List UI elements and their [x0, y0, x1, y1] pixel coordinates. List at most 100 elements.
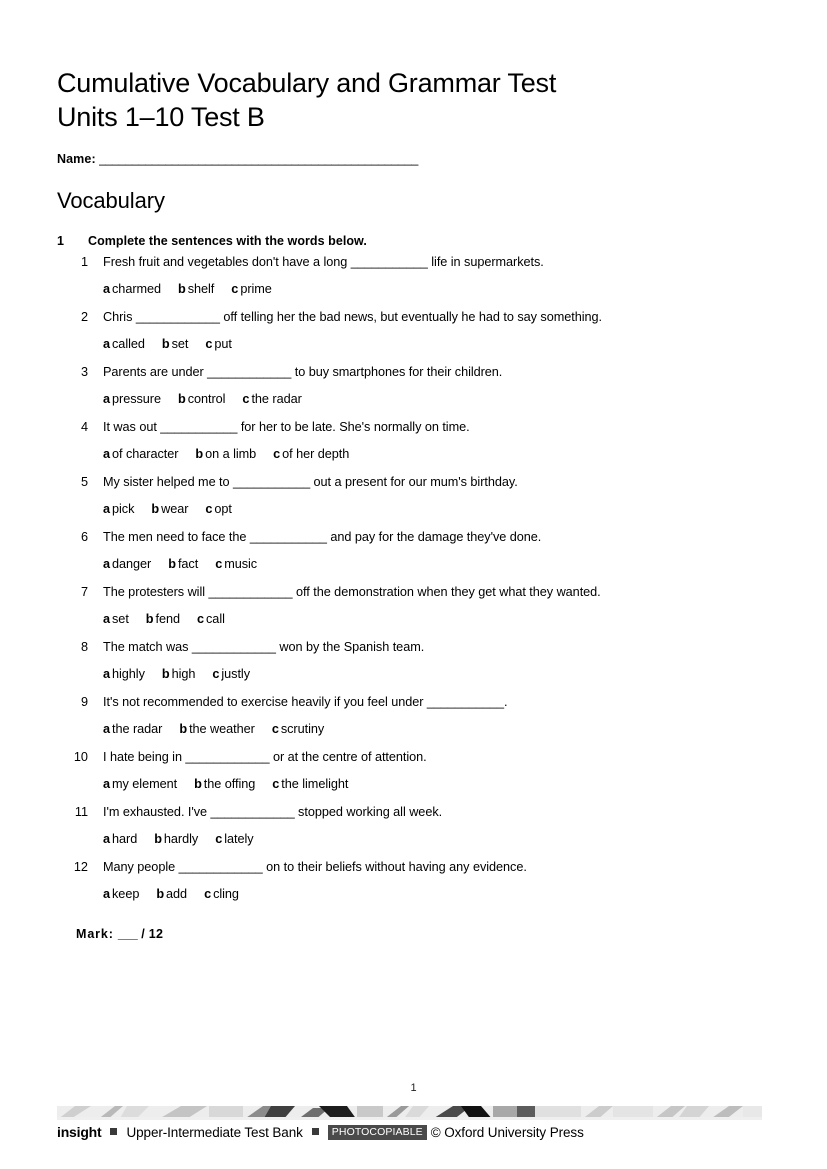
option-word: opt: [214, 502, 232, 516]
title-block: Cumulative Vocabulary and Grammar Test U…: [57, 66, 757, 134]
option-word: call: [206, 612, 225, 626]
question-options-row: a my element b the offing c the limelight: [0, 777, 827, 805]
insight-brand-logo: insight: [57, 1124, 102, 1140]
question-item: 6 The men need to face the ___________ an…: [0, 530, 827, 585]
option-choice[interactable]: b wear: [151, 502, 188, 516]
mark-label: Mark:: [76, 927, 114, 941]
name-write-in-line[interactable]: ________________________________________…: [99, 152, 444, 166]
option-choice[interactable]: a highly: [103, 667, 145, 681]
question-sentence[interactable]: My sister helped me to ___________ out a…: [103, 475, 518, 489]
option-choice[interactable]: b high: [162, 667, 196, 681]
option-choice[interactable]: c the limelight: [272, 777, 348, 791]
option-choice[interactable]: c prime: [231, 282, 272, 296]
exercise-heading: 1 Complete the sentences with the words …: [0, 234, 827, 248]
question-sentence[interactable]: Fresh fruit and vegetables don't have a …: [103, 255, 544, 269]
option-word: music: [224, 557, 258, 571]
option-choice[interactable]: a set: [103, 612, 129, 626]
question-options-row: a pressure b control c the radar: [0, 392, 827, 420]
option-choice[interactable]: b shelf: [178, 282, 214, 296]
option-letter: c: [205, 502, 213, 516]
question-sentence-row: 8 The match was ____________ won by the S…: [0, 640, 827, 667]
question-sentence[interactable]: Parents are under ____________ to buy sm…: [103, 365, 502, 379]
option-letter: c: [271, 722, 279, 736]
option-choice[interactable]: c call: [197, 612, 225, 626]
option-letter: c: [212, 667, 220, 681]
mark-score-blank[interactable]: ___: [118, 927, 138, 941]
option-choice[interactable]: c music: [215, 557, 257, 571]
option-choice[interactable]: b control: [178, 392, 225, 406]
option-choice[interactable]: b on a limb: [195, 447, 256, 461]
option-letter: b: [195, 447, 204, 461]
option-choice[interactable]: a charmed: [103, 282, 161, 296]
option-word: the offing: [203, 777, 256, 791]
option-choice[interactable]: c cling: [204, 887, 239, 901]
option-choice[interactable]: a pressure: [103, 392, 161, 406]
option-choice[interactable]: c lately: [215, 832, 253, 846]
option-choice[interactable]: a danger: [103, 557, 151, 571]
option-choice[interactable]: a my element: [103, 777, 177, 791]
question-options-row: a keep b add c cling: [0, 887, 827, 915]
question-options-row: a danger b fact c music: [0, 557, 827, 585]
option-choice[interactable]: b fend: [146, 612, 180, 626]
question-sentence[interactable]: Many people ____________ on to their bel…: [103, 860, 527, 874]
question-item: 10 I hate being in ____________ or at the…: [0, 750, 827, 805]
option-word: prime: [240, 282, 272, 296]
option-letter: c: [273, 447, 281, 461]
question-sentence[interactable]: The match was ____________ won by the Sp…: [103, 640, 424, 654]
option-choice[interactable]: b set: [162, 337, 189, 351]
question-options-row: a pick b wear c opt: [0, 502, 827, 530]
question-sentence[interactable]: I hate being in ____________ or at the c…: [103, 750, 427, 764]
photocopiable-badge: PHOTOCOPIABLE: [327, 1124, 427, 1140]
question-item: 7 The protesters will ____________ off th…: [0, 585, 827, 640]
question-sentence[interactable]: It was out ___________ for her to be lat…: [103, 420, 470, 434]
option-choice[interactable]: c put: [205, 337, 232, 351]
question-sentence-row: 2 Chris ____________ off telling her the …: [0, 310, 827, 337]
option-choice[interactable]: c justly: [212, 667, 250, 681]
option-choice[interactable]: a keep: [103, 887, 139, 901]
option-choice[interactable]: b the weather: [179, 722, 255, 736]
question-number: 3: [80, 365, 88, 379]
option-letter: a: [103, 557, 111, 571]
option-choice[interactable]: a pick: [103, 502, 134, 516]
option-word: set: [112, 612, 129, 626]
document-page: Cumulative Vocabulary and Grammar Test U…: [0, 0, 827, 1169]
option-word: control: [187, 392, 226, 406]
question-sentence-row: 12 Many people ____________ on to their b…: [0, 860, 827, 887]
option-choice[interactable]: b the offing: [194, 777, 255, 791]
question-sentence[interactable]: I'm exhausted. I've ____________ stopped…: [103, 805, 442, 819]
option-letter: c: [215, 557, 223, 571]
option-choice[interactable]: c scrutiny: [272, 722, 324, 736]
footer-strip-graphic: [57, 1106, 762, 1120]
option-word: highly: [112, 667, 145, 681]
option-letter: b: [177, 392, 186, 406]
option-choice[interactable]: b fact: [168, 557, 198, 571]
option-choice[interactable]: c the radar: [242, 392, 301, 406]
option-choice[interactable]: b add: [156, 887, 187, 901]
option-choice[interactable]: c of her depth: [273, 447, 349, 461]
option-choice[interactable]: b hardly: [154, 832, 198, 846]
question-sentence[interactable]: The men need to face the ___________ and…: [103, 530, 541, 544]
question-sentence[interactable]: Chris ____________ off telling her the b…: [103, 310, 602, 324]
option-letter: b: [145, 612, 154, 626]
question-item: 8 The match was ____________ won by the S…: [0, 640, 827, 695]
option-choice[interactable]: a hard: [103, 832, 137, 846]
option-word: lately: [224, 832, 254, 846]
option-letter: a: [103, 832, 111, 846]
option-word: justly: [221, 667, 250, 681]
question-sentence-row: 6 The men need to face the ___________ an…: [0, 530, 827, 557]
question-list: 1 Fresh fruit and vegetables don't have a…: [0, 255, 827, 915]
footer-series-label: Upper-Intermediate Test Bank: [126, 1124, 303, 1140]
option-choice[interactable]: c opt: [205, 502, 232, 516]
option-word: pick: [112, 502, 135, 516]
option-word: charmed: [112, 282, 162, 296]
option-word: of her depth: [282, 447, 350, 461]
option-word: fact: [177, 557, 199, 571]
question-sentence[interactable]: It's not recommended to exercise heavily…: [103, 695, 507, 709]
question-sentence-row: 5 My sister helped me to ___________ out …: [0, 475, 827, 502]
option-choice[interactable]: a the radar: [103, 722, 162, 736]
question-sentence-row: 9 It's not recommended to exercise heavil…: [0, 695, 827, 722]
option-choice[interactable]: a of character: [103, 447, 178, 461]
option-choice[interactable]: a called: [103, 337, 145, 351]
question-sentence[interactable]: The protesters will ____________ off the…: [103, 585, 601, 599]
option-word: pressure: [112, 392, 161, 406]
